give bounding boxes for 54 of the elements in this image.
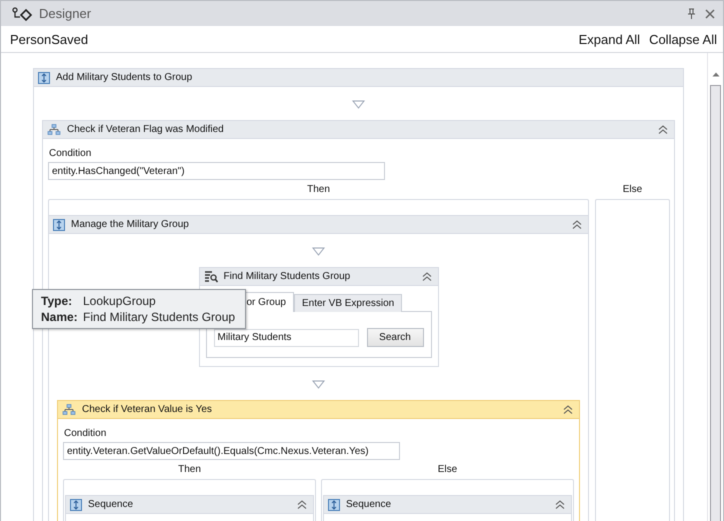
branch-label: Else <box>622 183 644 197</box>
activity-title: Manage the Military Group <box>71 219 190 230</box>
tooltip-value: LookupGroup <box>83 293 156 309</box>
activity-header[interactable]: Manage the Military Group <box>49 216 588 234</box>
toolbar-link[interactable]: Collapse All <box>649 32 717 46</box>
collapse-icon <box>658 125 668 134</box>
tab[interactable]: Enter VB Expression <box>294 294 402 312</box>
triangle-icon <box>312 247 325 256</box>
workflow-icon <box>12 6 34 20</box>
triangle-icon <box>352 100 365 109</box>
sequence-icon <box>70 498 82 510</box>
activity-header[interactable]: Check if Veteran Flag was Modified <box>43 121 674 139</box>
activity-title: Sequence <box>346 499 392 510</box>
tooltip-label: Type: <box>41 293 74 309</box>
pin-icon <box>687 8 696 19</box>
activity-header[interactable]: Sequence <box>324 496 571 514</box>
branch-label: Else <box>436 463 458 477</box>
condition-field[interactable]: entity.HasChanged("Veteran") <box>48 162 385 180</box>
branch-label: Then <box>306 183 331 197</box>
activity-header[interactable]: Add Military Students to Group <box>34 69 683 87</box>
activity-title: Check if Veteran Flag was Modified <box>67 124 225 135</box>
collapse-icon <box>572 220 582 229</box>
tooltip-label: Name: <box>41 309 77 325</box>
triangle-icon <box>312 380 325 389</box>
tooltip-value: Find Military Students Group <box>83 309 236 325</box>
collapse-icon <box>422 272 432 281</box>
sequence-icon <box>38 72 50 84</box>
activity-title: Check if Veteran Value is Yes <box>82 404 213 415</box>
branch-icon <box>47 124 61 136</box>
scrollbar-thumb[interactable] <box>710 85 721 521</box>
magnifier-icon <box>204 270 218 282</box>
lookup-field[interactable]: Military Students <box>214 328 358 346</box>
sequence-icon <box>328 498 340 510</box>
activity-title: Find Military Students Group <box>224 271 352 282</box>
search-button[interactable]: Search <box>366 328 424 347</box>
activity-title: Sequence <box>88 499 134 510</box>
activity-header[interactable]: Find Military Students Group <box>200 268 438 286</box>
collapse-icon <box>555 500 565 509</box>
collapse-icon <box>563 405 573 414</box>
condition-label: Condition <box>63 427 108 441</box>
sequence-icon <box>53 218 65 230</box>
condition-field[interactable]: entity.Veteran.GetValueOrDefault().Equals(Cmc.Nexus.Veteran.Yes) <box>63 442 400 460</box>
collapse-icon <box>297 500 307 509</box>
scroll-up-icon <box>712 72 720 77</box>
branch-icon <box>62 404 76 416</box>
branch-label: Then <box>177 463 202 477</box>
window-title: Designer <box>39 6 92 21</box>
breadcrumb[interactable]: PersonSaved <box>10 32 88 46</box>
toolbar-link[interactable]: Expand All <box>578 32 640 46</box>
activity-header[interactable]: Check if Veteran Value is Yes <box>58 401 579 419</box>
activity-title: Add Military Students to Group <box>56 72 194 83</box>
close-icon <box>705 8 715 18</box>
activity-header[interactable]: Sequence <box>66 496 313 514</box>
condition-label: Condition <box>48 147 92 161</box>
